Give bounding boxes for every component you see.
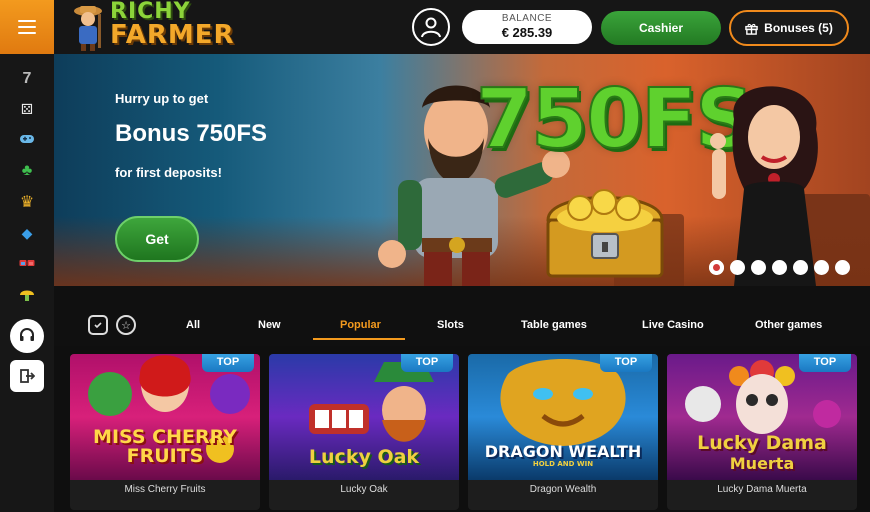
tab-other-games[interactable]: Other games	[755, 319, 822, 331]
game-card-lucky-dama-muerta[interactable]: Lucky Dama Muerta TOP Lucky Dama Muerta	[667, 354, 857, 510]
star-icon: ☆	[121, 319, 131, 332]
games-grid: MISS CHERRY FRUITS TOP Miss Cherry Fruit…	[54, 346, 870, 512]
farmer-mascot-icon	[74, 6, 102, 51]
logo-line2: FARMER	[110, 19, 235, 50]
bonuses-label: Bonuses (5)	[764, 21, 833, 35]
gamepad-icon	[20, 135, 34, 143]
sidebar-item-jackpots[interactable]: ◆	[14, 220, 40, 246]
favorites-button[interactable]: ☆	[116, 315, 136, 335]
game-name: Lucky Dama Muerta	[717, 484, 807, 495]
active-tab-indicator	[313, 338, 405, 340]
headset-icon	[20, 328, 34, 341]
cashier-button[interactable]: Cashier	[601, 11, 721, 45]
game-art-title: DRAGON WEALTH	[484, 442, 642, 461]
tab-all[interactable]: All	[186, 319, 200, 331]
sidebar-item-table-games[interactable]: ⚄	[14, 96, 40, 122]
tab-table-games[interactable]: Table games	[521, 319, 587, 331]
top-badge: TOP	[401, 354, 453, 372]
calendar-check-icon	[94, 322, 102, 329]
tab-live-casino[interactable]: Live Casino	[642, 319, 704, 331]
game-thumbnail: Lucky Oak	[269, 354, 459, 480]
balance-label: BALANCE	[501, 13, 553, 24]
sidebar-item-slots[interactable]: 7	[14, 66, 40, 92]
sidebar-item-lucky[interactable]: ♣	[14, 158, 40, 184]
hamburger-icon	[18, 16, 36, 38]
sidebar-item-mushroom[interactable]	[14, 282, 40, 308]
calendar-check-button[interactable]	[88, 315, 108, 335]
game-card-lucky-oak[interactable]: Lucky Oak TOP Lucky Oak	[269, 354, 459, 510]
game-card-dragon-wealth[interactable]: DRAGON WEALTH HOLD AND WIN TOP Dragon We…	[468, 354, 658, 510]
game-art-subtitle: HOLD AND WIN	[532, 460, 594, 468]
category-tabs: ☆ All New Popular Slots Table games Live…	[54, 286, 870, 346]
carousel-dot[interactable]	[835, 260, 850, 275]
game-art-title2: Muerta	[729, 454, 795, 473]
top-badge: TOP	[799, 354, 851, 372]
sidebar-item-3d[interactable]	[14, 251, 40, 277]
seven-icon: 7	[22, 70, 32, 87]
game-name: Miss Cherry Fruits	[124, 484, 206, 495]
treasure-chest-icon	[546, 189, 664, 278]
user-account-icon[interactable]	[412, 8, 450, 46]
carousel-dot[interactable]	[730, 260, 745, 275]
banner-get-button[interactable]: Get	[115, 216, 199, 262]
carousel-dot[interactable]	[751, 260, 766, 275]
tab-slots[interactable]: Slots	[437, 319, 464, 331]
user-icon	[421, 17, 441, 38]
banner-title: Bonus 750FS	[115, 120, 268, 147]
carousel-dot[interactable]	[814, 260, 829, 275]
logout-icon	[20, 369, 35, 383]
game-name: Lucky Oak	[340, 484, 388, 495]
gift-icon	[745, 23, 758, 35]
clover-icon: ♣	[21, 162, 33, 179]
logout-button[interactable]	[10, 360, 44, 392]
game-card-miss-cherry-fruits[interactable]: MISS CHERRY FRUITS TOP Miss Cherry Fruit…	[70, 354, 260, 510]
menu-button[interactable]	[0, 0, 54, 54]
dice-icon: ⚄	[20, 100, 34, 117]
top-badge: TOP	[202, 354, 254, 372]
crown-icon: ♛	[19, 194, 35, 211]
balance-display: BALANCE € 285.39	[462, 10, 592, 44]
banner-hurry-text: Hurry up to get	[115, 91, 209, 106]
game-thumbnail: DRAGON WEALTH HOLD AND WIN	[468, 354, 658, 480]
game-name: Dragon Wealth	[529, 484, 597, 495]
glasses-icon	[19, 260, 35, 266]
support-button[interactable]	[10, 319, 44, 353]
game-thumbnail: Lucky Dama Muerta	[667, 354, 857, 480]
carousel-dot[interactable]	[709, 260, 724, 275]
game-thumbnail: MISS CHERRY FRUITS	[70, 354, 260, 480]
sidebar: 7 ⚄ ♣ ♛ ◆	[0, 54, 54, 512]
tab-new[interactable]: New	[258, 319, 281, 331]
lady-character-icon	[710, 86, 818, 286]
sidebar-item-vip[interactable]: ♛	[14, 189, 40, 215]
balance-value: € 285.39	[501, 25, 553, 40]
bonuses-button[interactable]: Bonuses (5)	[729, 10, 849, 46]
sidebar-item-games[interactable]	[14, 126, 40, 152]
game-art-title: MISS CHERRY FRUITS	[93, 426, 237, 467]
logo-text: RICHY FARMER	[110, 1, 235, 50]
gem-icon: ◆	[21, 224, 33, 241]
game-art-title: Lucky Oak	[308, 446, 420, 468]
logo[interactable]: RICHY FARMER	[68, 0, 234, 54]
tab-popular[interactable]: Popular	[340, 319, 381, 331]
header: RICHY FARMER BALANCE € 285.39 Cashier Bo…	[0, 0, 870, 54]
promo-banner[interactable]: Hurry up to get Bonus 750FS for first de…	[54, 54, 870, 286]
app-root: RICHY FARMER BALANCE € 285.39 Cashier Bo…	[0, 0, 870, 512]
carousel-dots	[709, 260, 850, 275]
mushroom-icon	[20, 290, 34, 301]
top-badge: TOP	[600, 354, 652, 372]
carousel-dot[interactable]	[772, 260, 787, 275]
game-art-title: Lucky Dama	[697, 432, 827, 454]
banner-subtitle: for first deposits!	[115, 165, 222, 180]
carousel-dot[interactable]	[793, 260, 808, 275]
